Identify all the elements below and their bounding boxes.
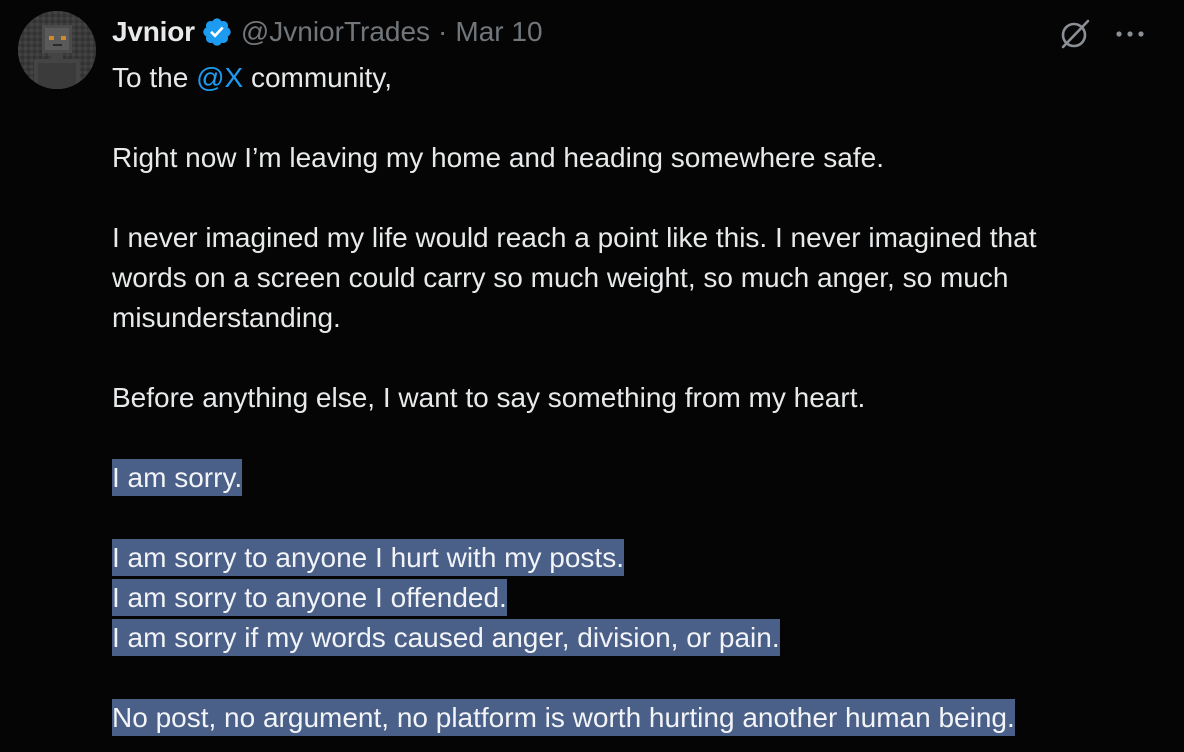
paragraph-5: I am sorry to anyone I hurt with my post… [112,538,1172,658]
greeting-suffix: community, [250,62,393,93]
separator-dot: · [438,16,448,47]
paragraph-6: No post, no argument, no platform is wor… [112,698,1172,738]
paragraph-4: I am sorry. [112,458,1172,498]
post: Jvnior @JvniorTrades · Mar 10 To the @X … [0,0,1184,752]
more-icon [1116,31,1144,37]
selected-text-line-3: I am sorry if my words caused anger, div… [112,619,780,656]
post-body: To the @X community, Right now I’m leavi… [112,58,1172,738]
grok-icon [1061,19,1090,49]
avatar[interactable] [18,11,96,89]
paragraph-2: I never imagined my life would reach a p… [112,218,1172,338]
pixel-art-avatar-icon [18,11,96,89]
author-name[interactable]: Jvnior [112,16,195,48]
paragraph-3: Before anything else, I want to say some… [112,382,866,413]
post-date[interactable]: Mar 10 [455,16,542,48]
selected-text-line-2: I am sorry to anyone I offended. [112,579,507,616]
paragraph-2-line-3: misunderstanding. [112,302,341,333]
paragraph-2-line-2: words on a screen could carry so much we… [112,262,1009,293]
paragraph-1: Right now I’m leaving my home and headin… [112,142,884,173]
author-handle[interactable]: @JvniorTrades [241,16,430,48]
greeting-prefix: To the [112,62,189,93]
more-options-button[interactable] [1110,14,1150,54]
selected-text-apology: I am sorry. [112,459,243,496]
selected-text-closing: No post, no argument, no platform is wor… [112,699,1015,736]
greeting-line: To the @X community, [112,58,1172,98]
selected-text-line-1: I am sorry to anyone I hurt with my post… [112,539,624,576]
grok-button[interactable] [1055,14,1095,54]
paragraph-2-line-1: I never imagined my life would reach a p… [112,222,1037,253]
verified-badge-icon [201,16,233,48]
mention-link[interactable]: @X [196,62,243,93]
post-header: Jvnior @JvniorTrades · Mar 10 [112,10,543,54]
